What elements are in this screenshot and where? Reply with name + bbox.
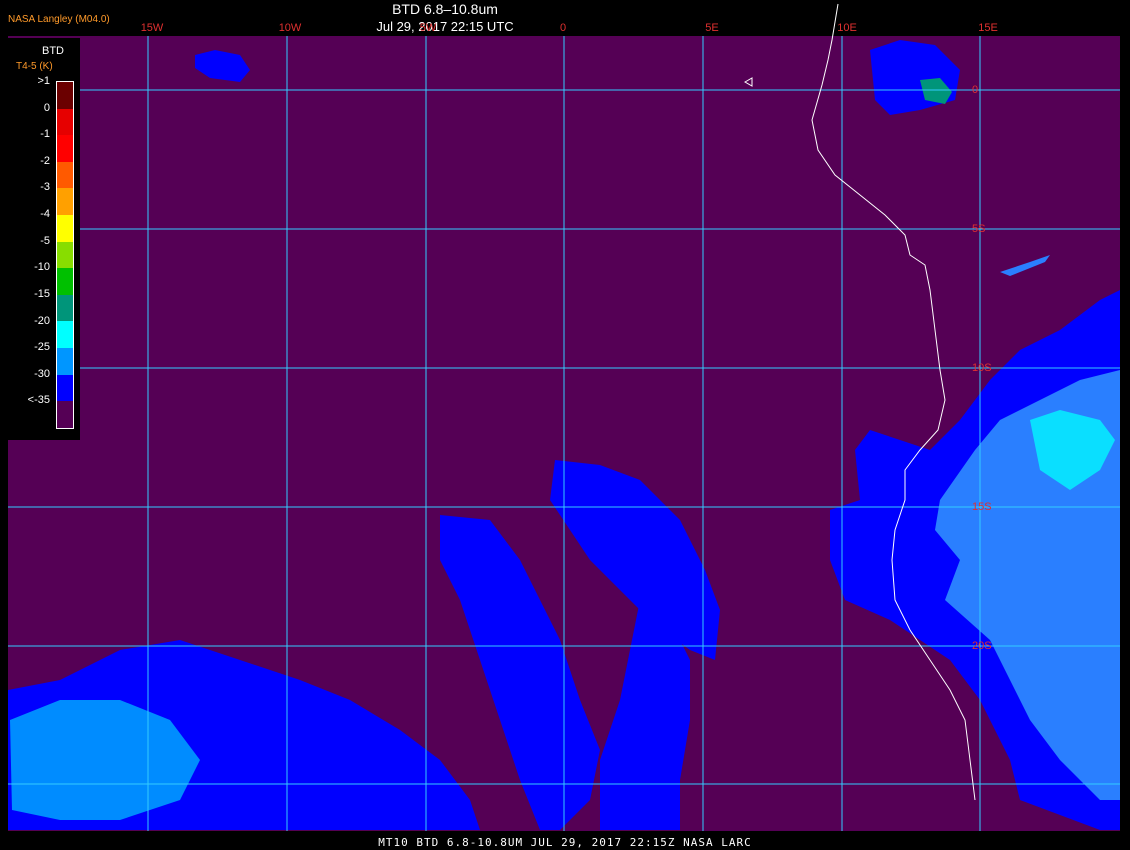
legend-swatch	[57, 241, 73, 269]
credit-label: NASA Langley (M04.0)	[8, 14, 110, 25]
legend-swatch	[57, 321, 73, 349]
legend-label: -4	[40, 208, 50, 221]
legend-title: BTD	[42, 45, 64, 57]
legend-label: -20	[34, 314, 50, 327]
map-title: BTD 6.8–10.8um	[392, 1, 498, 17]
legend-swatch	[57, 374, 73, 402]
legend-label: -3	[40, 181, 50, 194]
lon-label-15e: 15E	[978, 22, 998, 34]
legend-label: -15	[34, 287, 50, 300]
legend-swatch	[57, 348, 73, 375]
legend-label: >1	[37, 75, 50, 87]
lon-label-5w: 5W	[419, 22, 437, 34]
legend-swatch	[57, 108, 73, 136]
lat-label-0: 0	[972, 84, 979, 96]
lon-label-10e: 10E	[837, 22, 857, 34]
legend-label: -5	[40, 234, 50, 247]
legend-label: -25	[34, 341, 50, 354]
legend-swatch	[57, 161, 73, 189]
lon-label-15w: 15W	[140, 22, 164, 34]
satellite-map	[0, 0, 1130, 850]
lon-label-10w: 10W	[278, 22, 302, 34]
legend-swatch	[57, 82, 73, 109]
legend-swatch	[57, 294, 73, 322]
lon-label-0: 0	[559, 22, 567, 34]
color-legend: BTD T4-5 (K) >1 0 -1 -2 -3 -4 -5 -10 -15 -20 -25 -3…	[8, 38, 80, 440]
legend-swatch	[57, 188, 73, 216]
legend-label: -2	[40, 154, 50, 167]
legend-swatch	[57, 135, 73, 162]
lon-label-5e: 5E	[705, 22, 719, 34]
legend-label: 0	[43, 101, 50, 114]
legend-units: T4-5 (K)	[16, 61, 53, 72]
legend-swatch	[57, 268, 73, 295]
legend-label: -1	[40, 128, 50, 141]
legend-colorbar	[56, 81, 74, 429]
lat-label-5s: 5S	[972, 223, 986, 235]
footer-caption: MT10 BTD 6.8-10.8UM JUL 29, 2017 22:15Z …	[378, 836, 752, 849]
lat-label-10s: 10S	[972, 362, 992, 374]
legend-swatch	[57, 215, 73, 242]
lat-label-20s: 20S	[972, 640, 992, 652]
legend-label: -30	[34, 367, 50, 380]
legend-label: -10	[34, 261, 50, 274]
legend-swatch	[57, 401, 73, 428]
lat-label-15s: 15S	[972, 501, 992, 513]
map-timestamp: Jul 29, 2017 22:15 UTC	[376, 19, 514, 34]
legend-label: <-35	[27, 394, 50, 407]
